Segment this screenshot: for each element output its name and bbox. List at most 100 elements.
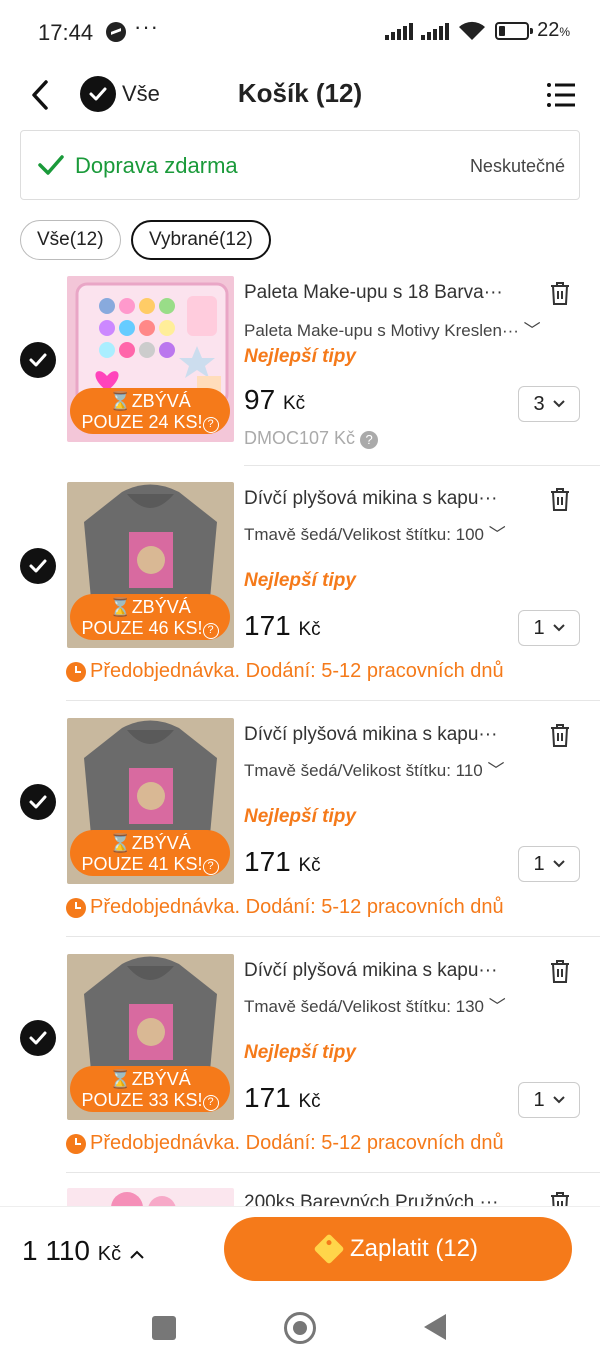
best-tips-label: Nejlepší tipy — [244, 806, 356, 827]
cart-item: 200ks Barevných Pružných ··· — [0, 1180, 600, 1206]
hourglass-icon: ⌛ — [109, 1069, 132, 1089]
low-stock-badge: ⌛ZBÝVÁ POUZE 33 KS!? — [70, 1066, 230, 1112]
total-price[interactable]: 1 110 Kč — [22, 1235, 145, 1267]
status-time: 17:44 — [38, 20, 94, 45]
product-name[interactable]: Dívčí plyšová mikina s kapu··· — [244, 488, 497, 510]
badge-line2: POUZE 33 KS! — [81, 1090, 203, 1110]
signal-icon — [385, 22, 414, 40]
preorder-notice: Předobjednávka. Dodání: 5-12 pracovních … — [66, 660, 504, 683]
clock-icon — [66, 1133, 86, 1154]
shipping-status: Neskutečné — [469, 156, 565, 176]
product-image[interactable]: ⌛ZBÝVÁ POUZE 24 KS!? — [67, 276, 234, 442]
preorder-notice: Předobjednávka. Dodání: 5-12 pracovních … — [66, 896, 504, 919]
badge-line1: ZBÝVÁ — [131, 391, 191, 411]
item-checkbox[interactable] — [20, 784, 56, 820]
preorder-text: Předobjednávka. Dodání: 5-12 pracovních … — [90, 1132, 504, 1154]
variant-label: Tmavě šedá/Velikost štítku: 100 — [244, 525, 485, 544]
help-icon[interactable]: ? — [202, 1095, 219, 1111]
quantity-select[interactable]: 1 — [518, 1082, 580, 1118]
product-image[interactable]: ⌛ZBÝVÁ POUZE 33 KS!? — [67, 954, 234, 1120]
battery-icon — [495, 21, 534, 40]
select-all-toggle[interactable]: Vše — [80, 76, 160, 112]
nav-back-icon[interactable] — [424, 1314, 446, 1340]
pay-button[interactable]: Zaplatit (12) — [224, 1217, 572, 1281]
preorder-text: Předobjednávka. Dodání: 5-12 pracovních … — [90, 660, 504, 682]
filter-selected[interactable]: Vybrané(12) — [131, 220, 271, 260]
chevron-down-icon — [552, 624, 565, 632]
trash-icon[interactable] — [548, 1190, 572, 1206]
variant-label: Tmavě šedá/Velikost štítku: 110 — [244, 761, 483, 780]
tag-icon — [313, 1233, 345, 1265]
chevron-up-icon — [130, 1250, 144, 1259]
product-image[interactable] — [67, 1188, 234, 1206]
quantity-select[interactable]: 3 — [518, 386, 580, 422]
free-shipping-label: Doprava zdarma — [75, 153, 238, 178]
best-tips-label: Nejlepší tipy — [244, 346, 356, 367]
original-price: DMOC107 Kč ? — [244, 428, 379, 449]
product-name[interactable]: 200ks Barevných Pružných ··· — [244, 1192, 499, 1206]
hair-ties-image — [67, 1188, 234, 1206]
quantity-value: 1 — [533, 1088, 545, 1111]
battery-percent: 22% — [537, 19, 570, 41]
status-dots: ··· — [134, 14, 159, 39]
total-value: 1 110 — [22, 1235, 90, 1266]
chevron-down-icon: ﹀ — [488, 525, 506, 544]
best-tips-label: Nejlepší tipy — [244, 570, 356, 591]
variant-selector[interactable]: Tmavě šedá/Velikost štítku: 110 ﹀ — [244, 756, 504, 781]
variant-selector[interactable]: Tmavě šedá/Velikost štítku: 100 ﹀ — [244, 520, 506, 545]
check-icon — [38, 155, 64, 175]
trash-icon[interactable] — [548, 722, 572, 748]
chevron-down-icon: ﹀ — [523, 321, 541, 340]
quantity-select[interactable]: 1 — [518, 610, 580, 646]
variant-selector[interactable]: Tmavě šedá/Velikost štítku: 130 ﹀ — [244, 992, 506, 1017]
item-price: 171 Kč — [244, 1082, 321, 1113]
product-name[interactable]: Dívčí plyšová mikina s kapu··· — [244, 960, 497, 982]
product-name[interactable]: Paleta Make-upu s 18 Barva··· — [244, 282, 503, 304]
product-name[interactable]: Dívčí plyšová mikina s kapu··· — [244, 724, 497, 746]
help-icon[interactable]: ? — [360, 431, 379, 449]
quantity-value: 3 — [533, 392, 545, 415]
product-image[interactable]: ⌛ZBÝVÁ POUZE 41 KS!? — [67, 718, 234, 884]
item-price: 171 Kč — [244, 846, 321, 877]
badge-line1: ZBÝVÁ — [131, 1069, 191, 1089]
help-icon[interactable]: ? — [202, 417, 219, 433]
trash-icon[interactable] — [548, 280, 572, 306]
check-icon — [80, 76, 116, 112]
preorder-text: Předobjednávka. Dodání: 5-12 pracovních … — [90, 896, 504, 918]
hourglass-icon: ⌛ — [109, 833, 132, 853]
free-shipping-banner[interactable]: Doprava zdarma Neskutečné — [20, 130, 580, 200]
divider — [66, 1172, 600, 1173]
quantity-select[interactable]: 1 — [518, 846, 580, 882]
hourglass-icon: ⌛ — [109, 597, 132, 617]
item-checkbox[interactable] — [20, 342, 56, 378]
item-price: 171 Kč — [244, 610, 321, 641]
low-stock-badge: ⌛ZBÝVÁ POUZE 24 KS!? — [70, 388, 230, 434]
item-checkbox[interactable] — [20, 1020, 56, 1056]
pay-label: Zaplatit (12) — [349, 1235, 479, 1262]
filter-all[interactable]: Vše(12) — [20, 220, 121, 260]
quantity-value: 1 — [533, 852, 545, 875]
system-nav-bar — [0, 1294, 600, 1366]
badge-line1: ZBÝVÁ — [131, 833, 191, 853]
item-checkbox[interactable] — [20, 548, 56, 584]
clock-icon — [66, 661, 86, 682]
help-icon[interactable]: ? — [202, 859, 219, 875]
preorder-notice: Předobjednávka. Dodání: 5-12 pracovních … — [66, 1132, 504, 1155]
hourglass-icon: ⌛ — [109, 391, 132, 411]
trash-icon[interactable] — [548, 486, 572, 512]
badge-line2: POUZE 24 KS! — [81, 412, 203, 432]
help-icon[interactable]: ? — [202, 623, 219, 639]
list-menu-icon[interactable] — [546, 82, 576, 108]
app-header: Košík (12) Vše — [0, 64, 600, 126]
trash-icon[interactable] — [548, 958, 572, 984]
low-stock-badge: ⌛ZBÝVÁ POUZE 46 KS!? — [70, 594, 230, 640]
wifi-icon — [459, 21, 486, 40]
variant-selector[interactable]: Paleta Make-upu s Motivy Kreslen··· ﹀ — [244, 316, 541, 341]
divider — [66, 700, 600, 701]
home-icon[interactable] — [284, 1312, 316, 1344]
product-image[interactable]: ⌛ZBÝVÁ POUZE 46 KS!? — [67, 482, 234, 648]
signal-icon-2 — [421, 22, 450, 40]
variant-label: Tmavě šedá/Velikost štítku: 130 — [244, 997, 485, 1016]
recents-icon[interactable] — [152, 1316, 176, 1340]
chevron-down-icon: ﹀ — [487, 761, 505, 780]
